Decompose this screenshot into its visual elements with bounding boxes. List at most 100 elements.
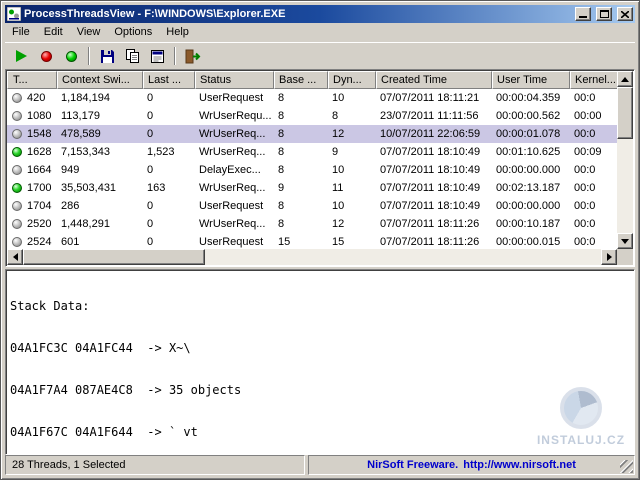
cell-created-time: 07/07/2011 18:10:49: [376, 179, 492, 197]
cell-base-priority: 9: [274, 179, 328, 197]
menu-bar: File Edit View Options Help: [5, 23, 635, 42]
cell-last: 0: [143, 215, 195, 233]
cell-last: 0: [143, 197, 195, 215]
cell-status: UserRequest: [195, 233, 274, 249]
thread-led-icon: [12, 237, 22, 247]
suspend-thread-button[interactable]: [34, 45, 58, 67]
thread-led-icon: [12, 219, 22, 229]
column-header-user-time[interactable]: User Time: [492, 71, 570, 89]
properties-button[interactable]: [145, 45, 169, 67]
thread-id: 2524: [27, 233, 51, 249]
table-row[interactable]: 1080 113,179 0 WrUserRequ... 8 8 23/07/2…: [7, 107, 617, 125]
cell-user-time: 00:00:04.359: [492, 89, 570, 107]
table-row[interactable]: 420 1,184,194 0 UserRequest 8 10 07/07/2…: [7, 89, 617, 107]
cell-created-time: 07/07/2011 18:10:49: [376, 161, 492, 179]
status-bar: 28 Threads, 1 Selected NirSoft Freeware.…: [5, 455, 635, 475]
cell-status: DelayExec...: [195, 161, 274, 179]
menu-options[interactable]: Options: [107, 24, 159, 41]
table-row[interactable]: 1664 949 0 DelayExec... 8 10 07/07/2011 …: [7, 161, 617, 179]
table-row[interactable]: 2524 601 0 UserRequest 15 15 07/07/2011 …: [7, 233, 617, 249]
cell-created-time: 07/07/2011 18:10:49: [376, 197, 492, 215]
cell-kernel-time: 00:0: [570, 215, 617, 233]
scroll-left-button[interactable]: [7, 249, 23, 265]
arrow-right-icon: [607, 253, 612, 261]
horizontal-scrollbar[interactable]: [7, 249, 617, 265]
title-bar[interactable]: ProcessThreadsView - F:\WINDOWS\Explorer…: [5, 5, 635, 23]
column-header-base-priority[interactable]: Base ...: [274, 71, 328, 89]
resize-grip[interactable]: [620, 460, 633, 473]
thread-id: 420: [27, 89, 45, 107]
thread-led-icon: [12, 93, 22, 103]
cell-kernel-time: 00:0: [570, 161, 617, 179]
cell-last: 163: [143, 179, 195, 197]
save-icon: [100, 49, 115, 64]
scroll-up-button[interactable]: [617, 71, 633, 87]
arrow-up-icon: [621, 77, 629, 82]
column-header-last[interactable]: Last ...: [143, 71, 195, 89]
cell-base-priority: 15: [274, 233, 328, 249]
cell-last: 0: [143, 125, 195, 143]
table-row[interactable]: 1700 35,503,431 163 WrUserReq... 9 11 07…: [7, 179, 617, 197]
toolbar-separator: [174, 47, 176, 65]
menu-file[interactable]: File: [5, 24, 37, 41]
cell-status: WrUserReq...: [195, 215, 274, 233]
arrow-left-icon: [13, 253, 18, 261]
stack-data-pane[interactable]: Stack Data: 04A1FC3C 04A1FC44 -> X~\ 04A…: [5, 269, 635, 455]
thread-id: 1704: [27, 197, 51, 215]
cell-user-time: 00:01:10.625: [492, 143, 570, 161]
stack-line: 04A1FC3C 04A1FC44 -> X~\: [10, 341, 630, 355]
menu-view[interactable]: View: [70, 24, 108, 41]
cell-last: 0: [143, 161, 195, 179]
scrollbar-corner: [617, 249, 633, 265]
copy-button[interactable]: [120, 45, 144, 67]
thread-led-icon: [12, 111, 22, 121]
toolbar: [5, 42, 635, 69]
column-header-created-time[interactable]: Created Time: [376, 71, 492, 89]
resume-thread-button[interactable]: [59, 45, 83, 67]
maximize-icon: [600, 10, 609, 18]
cell-user-time: 00:00:00.562: [492, 107, 570, 125]
table-row[interactable]: 1704 286 0 UserRequest 8 10 07/07/2011 1…: [7, 197, 617, 215]
minimize-button[interactable]: [575, 7, 591, 21]
column-header-status[interactable]: Status: [195, 71, 274, 89]
save-button[interactable]: [95, 45, 119, 67]
thread-led-icon: [12, 201, 22, 211]
cell-context-switches: 949: [57, 161, 143, 179]
cell-context-switches: 286: [57, 197, 143, 215]
table-row-selected[interactable]: 1548 478,589 0 WrUserReq... 8 12 10/07/2…: [7, 125, 617, 143]
status-threads-panel: 28 Threads, 1 Selected: [5, 455, 305, 475]
column-header-kernel-time[interactable]: Kernel...: [570, 71, 617, 89]
column-header-dynamic-priority[interactable]: Dyn...: [328, 71, 376, 89]
vertical-scrollbar[interactable]: [617, 71, 633, 249]
app-window: ProcessThreadsView - F:\WINDOWS\Explorer…: [0, 0, 640, 480]
maximize-button[interactable]: [596, 7, 612, 21]
toolbar-separator: [88, 47, 90, 65]
nirsoft-url-link[interactable]: http://www.nirsoft.net: [463, 459, 576, 471]
cell-base-priority: 8: [274, 215, 328, 233]
menu-help[interactable]: Help: [159, 24, 196, 41]
cell-status: WrUserReq...: [195, 179, 274, 197]
thread-id: 1628: [27, 143, 51, 161]
table-row[interactable]: 1628 7,153,343 1,523 WrUserReq... 8 9 07…: [7, 143, 617, 161]
cell-context-switches: 1,184,194: [57, 89, 143, 107]
cell-context-switches: 1,448,291: [57, 215, 143, 233]
menu-edit[interactable]: Edit: [37, 24, 70, 41]
horizontal-scrollbar-thumb[interactable]: [23, 249, 205, 265]
thread-id: 1664: [27, 161, 51, 179]
column-header-thread-id[interactable]: T...: [7, 71, 57, 89]
exit-button[interactable]: [181, 45, 205, 67]
column-header-context-switches[interactable]: Context Swi...: [57, 71, 143, 89]
close-button[interactable]: [617, 7, 633, 21]
vertical-scrollbar-thumb[interactable]: [617, 87, 633, 139]
cell-kernel-time: 00:0: [570, 179, 617, 197]
minimize-icon: [579, 16, 587, 18]
cell-dynamic-priority: 12: [328, 125, 376, 143]
cell-status: UserRequest: [195, 89, 274, 107]
arrow-down-icon: [621, 239, 629, 244]
scroll-right-button[interactable]: [601, 249, 617, 265]
cell-base-priority: 8: [274, 161, 328, 179]
cell-user-time: 00:00:10.187: [492, 215, 570, 233]
scroll-down-button[interactable]: [617, 233, 633, 249]
table-row[interactable]: 2520 1,448,291 0 WrUserReq... 8 12 07/07…: [7, 215, 617, 233]
run-button[interactable]: [9, 45, 33, 67]
